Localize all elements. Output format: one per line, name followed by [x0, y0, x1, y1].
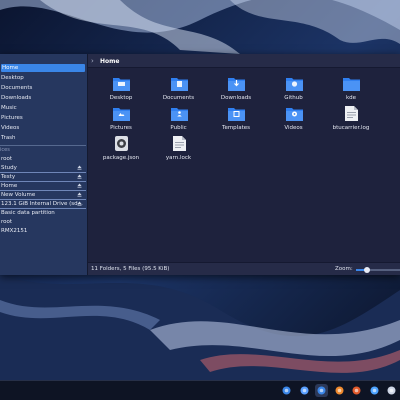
main-view: › Home Desktop Documents Downloads Github kd…	[88, 54, 400, 275]
folder-desktop-icon	[113, 76, 130, 91]
sidebar-device-item[interactable]: root	[0, 218, 86, 226]
status-bar: 11 Folders, 5 Files (95.5 KiB) Zoom:	[88, 262, 400, 275]
sidebar-item-home[interactable]: Home	[1, 64, 85, 72]
folder-videos-icon	[285, 106, 303, 121]
file-item-btucarrier-log[interactable]: btucarrier.log	[325, 106, 377, 134]
sidebar-item-downloads[interactable]: Downloads	[0, 94, 86, 102]
folder-icon	[343, 76, 360, 91]
file-label: Templates	[222, 125, 250, 131]
sidebar-item-trash[interactable]: Trash	[0, 134, 86, 142]
sidebar-device-label: New Volume	[1, 192, 36, 198]
file-label: yarn.lock	[165, 155, 192, 161]
eject-icon[interactable]	[77, 201, 82, 206]
sidebar-device-label: Home	[1, 183, 18, 189]
sidebar-device-item[interactable]: root	[0, 155, 86, 163]
file-item-yarn-lock[interactable]: yarn.lock	[153, 136, 205, 164]
firefox-icon[interactable]	[333, 384, 346, 397]
settings-icon[interactable]	[368, 384, 381, 397]
file-label: package.json	[102, 155, 140, 161]
sidebar-device-item[interactable]: Home	[0, 182, 86, 191]
status-summary: 11 Folders, 5 Files (95.5 KiB)	[91, 266, 170, 272]
zoom-slider-handle[interactable]	[364, 267, 370, 273]
folder-github-icon	[285, 76, 303, 91]
file-label: Pictures	[110, 125, 132, 131]
eject-icon[interactable]	[77, 174, 82, 179]
breadcrumb-item-home[interactable]: Home	[100, 58, 119, 65]
sidebar-item-desktop[interactable]: Desktop	[0, 74, 86, 82]
sidebar-device-item[interactable]: RMX2151	[0, 227, 86, 235]
zoom-slider[interactable]	[356, 267, 400, 273]
file-item-desktop[interactable]: Desktop	[95, 76, 147, 104]
sidebar-device-label: 123.1 GiB Internal Drive (sd...	[1, 201, 83, 207]
places-sidebar: Home Desktop Documents Downloads Music Pictur…	[0, 54, 88, 275]
lock-file-icon	[171, 136, 188, 151]
sidebar-device-item[interactable]: Study	[0, 164, 86, 173]
sidebar-device-label: RMX2151	[1, 228, 28, 234]
file-item-kde[interactable]: kde	[325, 76, 377, 104]
terminal-icon[interactable]	[385, 384, 398, 397]
zoom-label: Zoom:	[335, 266, 353, 272]
sidebar-device-item[interactable]: Basic data partition	[0, 209, 86, 217]
folder-templates-icon	[228, 106, 245, 121]
sidebar-item-music[interactable]: Music	[0, 104, 86, 112]
sidebar-device-item[interactable]: New Volume	[0, 191, 86, 200]
file-label: Desktop	[109, 95, 133, 101]
json-file-icon	[113, 136, 130, 151]
sidebar-device-label: root	[1, 219, 13, 225]
file-label: Documents	[162, 95, 195, 101]
folder-documents-icon	[170, 76, 188, 91]
sidebar-device-item[interactable]: 123.1 GiB Internal Drive (sd...	[0, 200, 86, 209]
sidebar-heading-devices: ices	[0, 147, 10, 153]
breadcrumb-chevron-icon[interactable]: ›	[91, 57, 94, 65]
sidebar-item-documents[interactable]: Documents	[0, 84, 86, 92]
eject-icon[interactable]	[77, 165, 82, 170]
file-item-package-json[interactable]: package.json	[95, 136, 147, 164]
file-item-videos[interactable]: Videos	[268, 106, 320, 134]
sidebar-device-label: Basic data partition	[1, 210, 55, 216]
file-item-public[interactable]: Public	[153, 106, 205, 134]
sidebar-divider	[0, 145, 86, 146]
text-file-icon	[343, 106, 360, 121]
file-label: Github	[284, 95, 303, 101]
eject-icon[interactable]	[77, 192, 82, 197]
file-manager-window: Home Desktop Documents Downloads Music Pictur…	[0, 54, 400, 275]
file-label: btucarrier.log	[332, 125, 370, 131]
finder-icon[interactable]	[280, 384, 293, 397]
sidebar-device-label: Testy	[1, 174, 16, 180]
folder-pictures-icon	[113, 106, 130, 121]
file-label: Videos	[284, 125, 303, 131]
file-item-github[interactable]: Github	[268, 76, 320, 104]
breadcrumb: › Home	[88, 54, 400, 68]
brave-icon[interactable]	[350, 384, 363, 397]
taskbar	[0, 380, 400, 400]
file-item-templates[interactable]: Templates	[210, 106, 262, 134]
sidebar-device-item[interactable]: Testy	[0, 173, 86, 182]
file-item-documents[interactable]: Documents	[153, 76, 205, 104]
folder-downloads-icon	[228, 76, 245, 91]
sidebar-item-videos[interactable]: Videos	[0, 124, 86, 132]
sidebar-item-pictures[interactable]: Pictures	[0, 114, 86, 122]
sidebar-device-label: Study	[1, 165, 17, 171]
dot-icon[interactable]	[298, 384, 311, 397]
file-item-pictures[interactable]: Pictures	[95, 106, 147, 134]
file-item-downloads[interactable]: Downloads	[210, 76, 262, 104]
file-label: Downloads	[220, 95, 252, 101]
files-icon[interactable]	[315, 384, 328, 397]
file-label: kde	[345, 95, 357, 101]
eject-icon[interactable]	[77, 183, 82, 188]
sidebar-device-label: root	[1, 156, 13, 162]
file-label: Public	[170, 125, 187, 131]
folder-public-icon	[170, 106, 188, 121]
